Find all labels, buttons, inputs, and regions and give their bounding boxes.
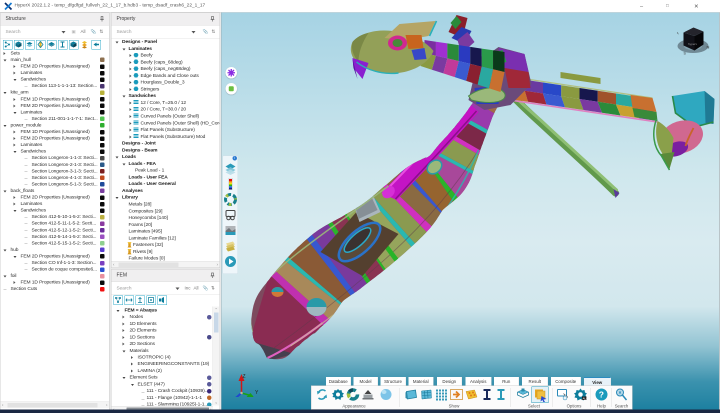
- svg-text:Y: Y: [255, 390, 259, 396]
- svg-text:↖: ↖: [677, 32, 680, 36]
- svg-text:?: ?: [599, 390, 604, 400]
- svg-text:ALL: ALL: [583, 397, 588, 401]
- svg-text:hyperx: hyperx: [688, 42, 698, 46]
- svg-text:N: N: [707, 45, 710, 50]
- svg-text:Z: Z: [243, 374, 246, 380]
